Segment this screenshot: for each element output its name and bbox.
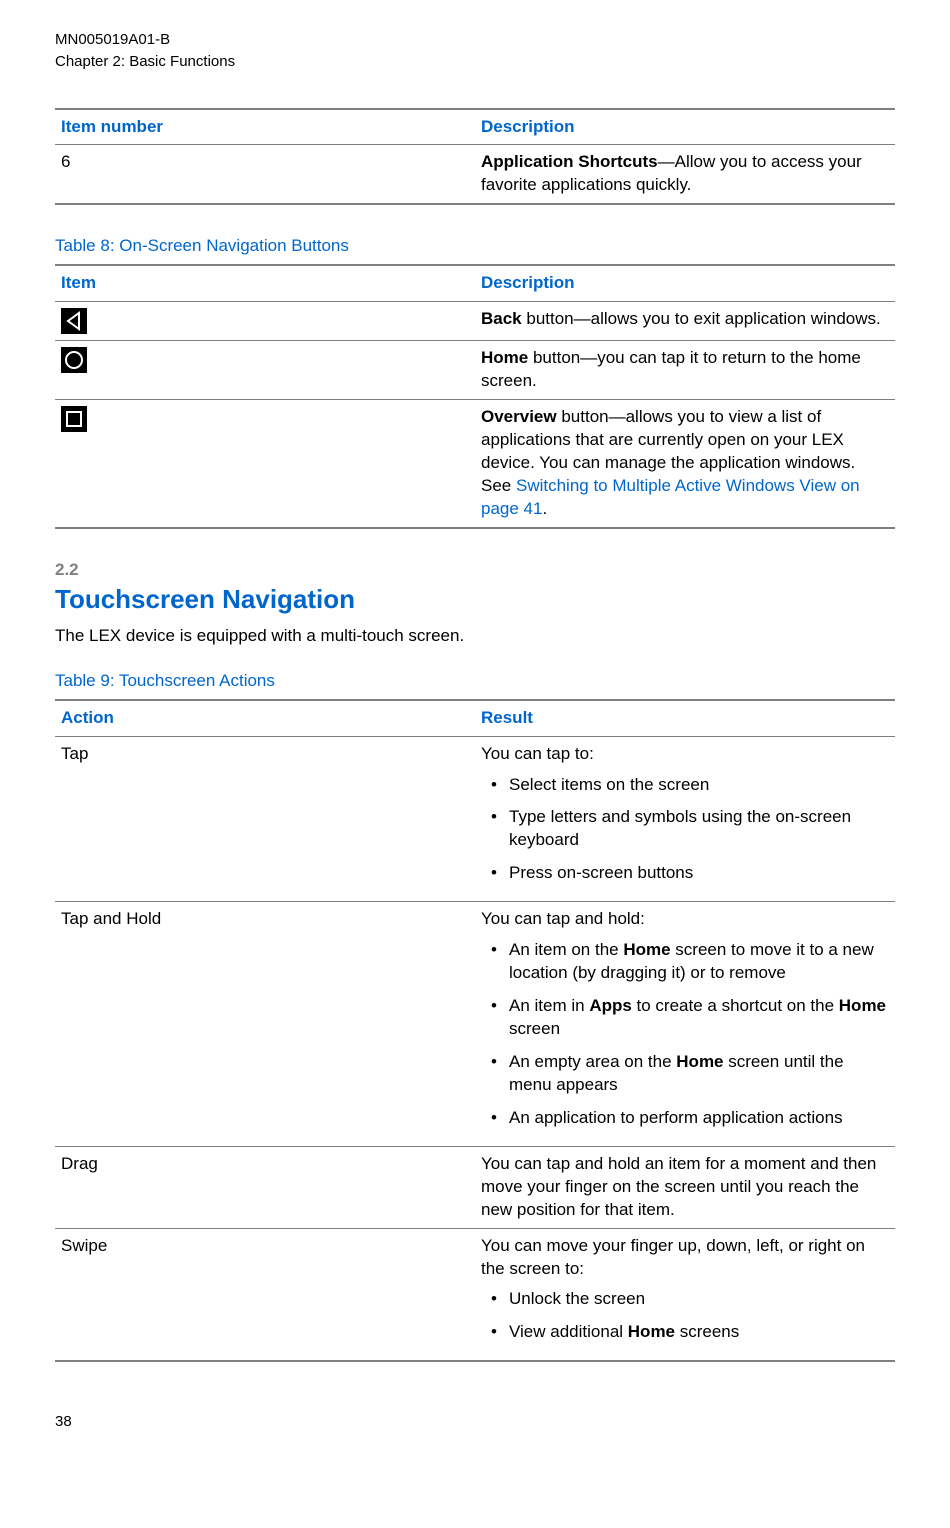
table-row: Tap and Hold You can tap and hold: An it… bbox=[55, 902, 895, 1147]
cell-item-number: 6 bbox=[55, 145, 475, 204]
list-item: An item in Apps to create a shortcut on … bbox=[481, 995, 889, 1041]
table-row: Drag You can tap and hold an item for a … bbox=[55, 1146, 895, 1228]
back-icon bbox=[61, 308, 87, 334]
col-header-result: Result bbox=[475, 700, 895, 736]
col-header-action: Action bbox=[55, 700, 475, 736]
text: An item in bbox=[509, 996, 589, 1015]
list-item: An item on the Home screen to move it to… bbox=[481, 939, 889, 985]
result-list: Unlock the screen View additional Home s… bbox=[481, 1288, 889, 1344]
list-item: Select items on the screen bbox=[481, 774, 889, 797]
col-header-item-number: Item number bbox=[55, 109, 475, 145]
desc-post: . bbox=[542, 499, 547, 518]
bold-text: Home bbox=[676, 1052, 723, 1071]
chapter-label: Chapter 2: Basic Functions bbox=[55, 52, 895, 72]
list-item: Unlock the screen bbox=[481, 1288, 889, 1311]
cell-action: Swipe bbox=[55, 1228, 475, 1361]
col-header-item: Item bbox=[55, 265, 475, 301]
cell-action: Tap bbox=[55, 736, 475, 902]
table-row: Tap You can tap to: Select items on the … bbox=[55, 736, 895, 902]
section-body: The LEX device is equipped with a multi-… bbox=[55, 625, 895, 648]
table-row: Overview button—allows you to view a lis… bbox=[55, 400, 895, 528]
bold-text: Home bbox=[839, 996, 886, 1015]
text: to create a shortcut on the bbox=[632, 996, 839, 1015]
cell-icon bbox=[55, 341, 475, 400]
col-header-description: Description bbox=[475, 109, 895, 145]
desc-text: button—allows you to exit application wi… bbox=[522, 309, 881, 328]
text: screens bbox=[675, 1322, 739, 1341]
page-number: 38 bbox=[55, 1412, 895, 1432]
desc-bold: Home bbox=[481, 348, 528, 367]
cell-description: Application Shortcuts—Allow you to acces… bbox=[475, 145, 895, 204]
cell-action: Tap and Hold bbox=[55, 902, 475, 1147]
result-intro: You can tap and hold: bbox=[481, 908, 889, 931]
table-item-number: Item number Description 6 Application Sh… bbox=[55, 108, 895, 206]
doc-id: MN005019A01-B bbox=[55, 30, 895, 50]
text: screen bbox=[509, 1019, 560, 1038]
text: View additional bbox=[509, 1322, 628, 1341]
cell-action: Drag bbox=[55, 1146, 475, 1228]
result-list: An item on the Home screen to move it to… bbox=[481, 939, 889, 1130]
table-row: Home button—you can tap it to return to … bbox=[55, 341, 895, 400]
cell-description: Back button—allows you to exit applicati… bbox=[475, 302, 895, 341]
table-row: 6 Application Shortcuts—Allow you to acc… bbox=[55, 145, 895, 204]
col-header-description: Description bbox=[475, 265, 895, 301]
bold-text: Home bbox=[623, 940, 670, 959]
home-icon bbox=[61, 347, 87, 373]
section-title: Touchscreen Navigation bbox=[55, 582, 895, 617]
bold-text: Home bbox=[628, 1322, 675, 1341]
cross-ref-link[interactable]: Switching to Multiple Active Windows Vie… bbox=[481, 476, 860, 518]
cell-result: You can tap and hold an item for a momen… bbox=[475, 1146, 895, 1228]
result-list: Select items on the screen Type letters … bbox=[481, 774, 889, 886]
text: An item on the bbox=[509, 940, 623, 959]
result-intro: You can move your finger up, down, left,… bbox=[481, 1235, 889, 1281]
list-item: An empty area on the Home screen until t… bbox=[481, 1051, 889, 1097]
table-row: Back button—allows you to exit applicati… bbox=[55, 302, 895, 341]
table-row: Swipe You can move your finger up, down,… bbox=[55, 1228, 895, 1361]
bold-text: Apps bbox=[589, 996, 632, 1015]
desc-bold: Application Shortcuts bbox=[481, 152, 658, 171]
desc-bold: Overview bbox=[481, 407, 557, 426]
list-item: Type letters and symbols using the on-sc… bbox=[481, 806, 889, 852]
cell-result: You can tap to: Select items on the scre… bbox=[475, 736, 895, 902]
cell-description: Overview button—allows you to view a lis… bbox=[475, 400, 895, 528]
section-number: 2.2 bbox=[55, 559, 895, 582]
table8-caption: Table 8: On-Screen Navigation Buttons bbox=[55, 235, 895, 258]
desc-bold: Back bbox=[481, 309, 522, 328]
table-touchscreen-actions: Action Result Tap You can tap to: Select… bbox=[55, 699, 895, 1363]
overview-icon bbox=[61, 406, 87, 432]
list-item: View additional Home screens bbox=[481, 1321, 889, 1344]
cell-description: Home button—you can tap it to return to … bbox=[475, 341, 895, 400]
desc-text: button—you can tap it to return to the h… bbox=[481, 348, 861, 390]
cell-result: You can tap and hold: An item on the Hom… bbox=[475, 902, 895, 1147]
text: An empty area on the bbox=[509, 1052, 676, 1071]
result-intro: You can tap to: bbox=[481, 743, 889, 766]
list-item: Press on-screen buttons bbox=[481, 862, 889, 885]
cell-icon bbox=[55, 400, 475, 528]
cell-result: You can move your finger up, down, left,… bbox=[475, 1228, 895, 1361]
list-item: An application to perform application ac… bbox=[481, 1107, 889, 1130]
cell-icon bbox=[55, 302, 475, 341]
table9-caption: Table 9: Touchscreen Actions bbox=[55, 670, 895, 693]
table-nav-buttons: Item Description Back button—allows you … bbox=[55, 264, 895, 529]
